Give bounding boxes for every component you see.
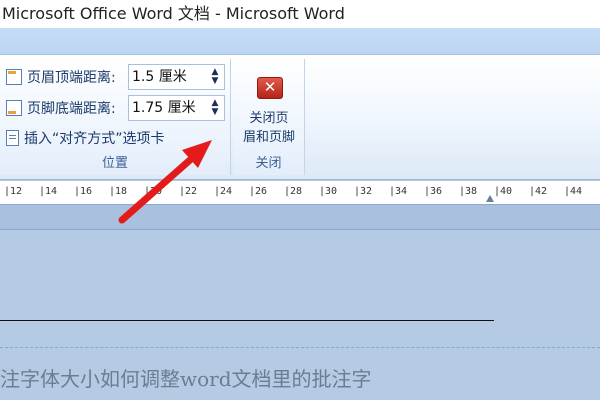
ribbon-tab-strip bbox=[0, 28, 600, 55]
header-position-icon bbox=[6, 69, 22, 85]
header-distance-spinner[interactable]: 1.5 厘米 ▲ ▼ bbox=[128, 64, 225, 90]
footer-distance-row: 页脚底端距离: bbox=[6, 96, 116, 120]
ruler-tick-label: |28 bbox=[284, 186, 303, 197]
header-distance-value: 1.5 厘米 bbox=[132, 69, 187, 85]
ruler-tick-label: |40 bbox=[494, 186, 513, 197]
insert-alignment-tab-icon bbox=[6, 130, 19, 146]
ruler-tick-label: |38 bbox=[459, 186, 478, 197]
header-border-line bbox=[0, 320, 494, 321]
ruler-tick-label: |14 bbox=[39, 186, 58, 197]
ruler-tick-label: |18 bbox=[109, 186, 128, 197]
horizontal-ruler[interactable]: |12 |14 |16 |18 |20 |22 |24 |26 |28 |30 |32 |34 |36 |… bbox=[0, 181, 600, 205]
footer-distance-label: 页脚底端距离: bbox=[27, 101, 116, 117]
ruler-tick-label: |26 bbox=[249, 186, 268, 197]
insert-alignment-tab-label: 插入“对齐方式”选项卡 bbox=[24, 131, 165, 147]
right-indent-marker[interactable] bbox=[486, 195, 494, 202]
header-separator bbox=[0, 347, 600, 348]
document-body-text[interactable]: 注字体大小如何调整word文档里的批注字 bbox=[0, 363, 372, 392]
window-title: Microsoft Office Word 文档 - Microsoft Wor… bbox=[0, 0, 600, 28]
ribbon: 页眉顶端距离: 1.5 厘米 ▲ ▼ 页脚底端距离: 1.75 厘米 ▲ ▼ 插入“… bbox=[0, 55, 600, 180]
close-group: ✕ 关闭页 眉和页脚 关闭 bbox=[233, 59, 305, 175]
ruler-tick-label: |30 bbox=[319, 186, 338, 197]
ruler-tick-label: |24 bbox=[214, 186, 233, 197]
position-group: 页眉顶端距离: 1.5 厘米 ▲ ▼ 页脚底端距离: 1.75 厘米 ▲ ▼ 插入“… bbox=[0, 59, 231, 175]
ruler-tick-label: |12 bbox=[4, 186, 23, 197]
insert-alignment-tab-button[interactable]: 插入“对齐方式”选项卡 bbox=[6, 126, 165, 150]
ruler-tick-label: |16 bbox=[74, 186, 93, 197]
footer-distance-spinner[interactable]: 1.75 厘米 ▲ ▼ bbox=[128, 95, 225, 121]
ruler-tick-label: |44 bbox=[564, 186, 583, 197]
close-icon: ✕ bbox=[257, 77, 283, 99]
close-group-label: 关闭 bbox=[255, 156, 282, 171]
ruler-tick-label: |20 bbox=[144, 186, 163, 197]
ruler-tick-label: |22 bbox=[179, 186, 198, 197]
position-group-label: 位置 bbox=[101, 156, 128, 171]
document-page[interactable]: 注字体大小如何调整word文档里的批注字 bbox=[0, 231, 600, 400]
ruler-tick-label: |34 bbox=[389, 186, 408, 197]
header-distance-label: 页眉顶端距离: bbox=[27, 70, 116, 86]
close-header-footer-button[interactable]: ✕ 关闭页 眉和页脚 bbox=[240, 65, 298, 147]
header-distance-row: 页眉顶端距离: bbox=[6, 65, 116, 89]
spinner-arrows-icon[interactable]: ▲ ▼ bbox=[209, 68, 221, 86]
close-header-footer-label: 关闭页 眉和页脚 bbox=[242, 111, 295, 145]
ruler-tick-label: |36 bbox=[424, 186, 443, 197]
ruler-shadow-band bbox=[0, 205, 600, 230]
ruler-tick-label: |42 bbox=[529, 186, 548, 197]
spinner-arrows-icon[interactable]: ▲ ▼ bbox=[209, 99, 221, 117]
ruler-tick-label: |32 bbox=[354, 186, 373, 197]
footer-position-icon bbox=[6, 100, 22, 116]
footer-distance-value: 1.75 厘米 bbox=[132, 100, 196, 116]
